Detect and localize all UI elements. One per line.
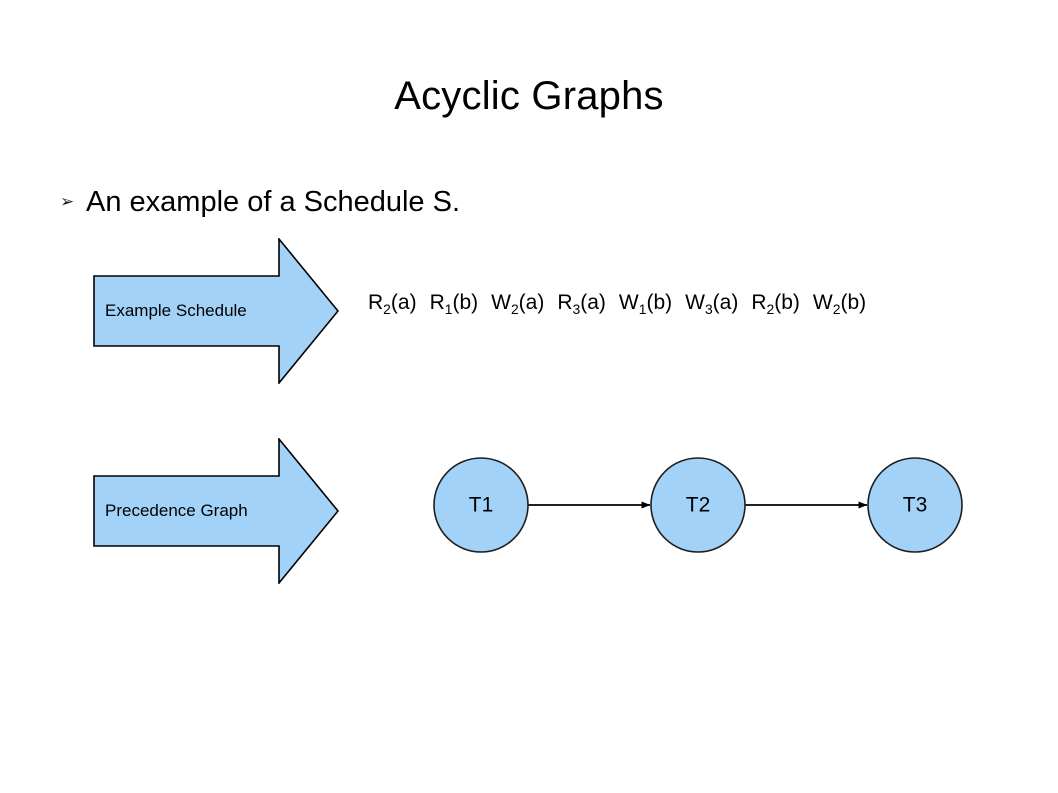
operation-transaction: 1 [444, 300, 453, 317]
operation-transaction: 3 [572, 300, 581, 317]
operation-transaction: 2 [766, 300, 775, 317]
slide-canvas: Acyclic Graphs ➢ An example of a Schedul… [0, 0, 1058, 793]
bullet-item: ➢ An example of a Schedule S. [60, 184, 460, 220]
operation-type: R [557, 291, 573, 314]
operation-transaction: 1 [638, 300, 647, 317]
callout-arrow-example-schedule: Example Schedule [93, 238, 339, 384]
block-arrow-polygon [93, 438, 339, 584]
schedule-operation: R2(a) [368, 291, 417, 317]
schedule-operation: W1(b) [618, 291, 673, 317]
operation-type: W [685, 291, 705, 314]
block-arrow-shape [93, 238, 339, 384]
operation-data-item: (b) [646, 291, 673, 314]
operation-type: R [368, 291, 384, 314]
operation-data-item: (a) [580, 291, 606, 314]
schedule-operation: W2(b) [812, 291, 867, 317]
operation-data-item: (a) [518, 291, 545, 314]
bullet-item-label: An example of a Schedule S. [86, 186, 461, 218]
graph-node-group [433, 457, 963, 553]
operation-data-item: (a) [390, 291, 417, 314]
precedence-graph-diagram: T1 T2 T3 [425, 450, 985, 565]
operation-type: W [618, 291, 639, 314]
operation-data-item: (b) [840, 291, 867, 314]
operation-type: R [751, 291, 767, 314]
operation-data-item: (b) [452, 291, 479, 314]
schedule-operation: W2(a) [491, 291, 545, 317]
operation-data-item: (a) [712, 291, 739, 314]
operation-type: W [812, 291, 833, 314]
precedence-graph-svg [433, 457, 963, 553]
page-title: Acyclic Graphs [394, 74, 664, 118]
operation-transaction: 3 [704, 300, 713, 317]
operation-transaction: 2 [510, 300, 519, 317]
schedule-operation-sequence: R2(a) R1(b) W2(a) R3(a) W1(b) W3(a) R2(b) W2(b) [368, 289, 866, 318]
schedule-operation: R1(b) [429, 291, 479, 317]
block-arrow-shape [93, 438, 339, 584]
schedule-operation: W3(a) [685, 291, 739, 317]
graph-node-t3[interactable] [867, 457, 963, 553]
schedule-operation: R2(b) [751, 291, 800, 317]
chevron-right-bullet-icon: ➢ [60, 192, 75, 212]
graph-node-t1[interactable] [433, 457, 529, 553]
operation-transaction: 2 [832, 300, 841, 317]
schedule-operation: R3(a) [557, 291, 606, 317]
operation-transaction: 2 [383, 300, 391, 317]
graph-node-t2[interactable] [650, 457, 746, 553]
operation-data-item: (b) [774, 291, 800, 314]
block-arrow-polygon [93, 238, 339, 384]
operation-type: R [429, 291, 445, 314]
callout-arrow-precedence-graph: Precedence Graph [93, 438, 339, 584]
operation-type: W [491, 291, 511, 314]
